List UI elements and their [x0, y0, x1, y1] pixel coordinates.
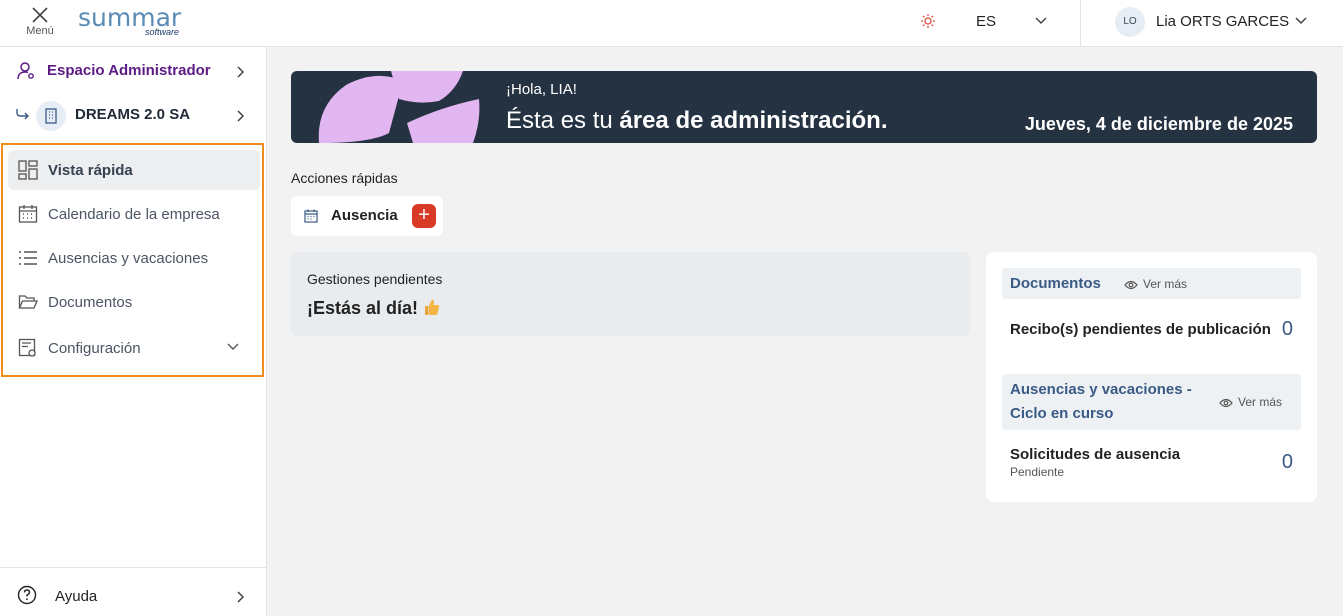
chevron-down-icon — [1035, 17, 1047, 25]
absences-widget-title-line2: Ciclo en curso — [1010, 405, 1114, 422]
sidebar-item-configuracion[interactable]: Configuración — [8, 328, 260, 368]
absences-widget-title-line1: Ausencias y vacaciones - — [1010, 381, 1192, 398]
absence-requests-count: 0 — [1281, 451, 1293, 473]
banner-headline: Ésta es tu área de administración. — [506, 107, 888, 135]
eye-icon — [1124, 280, 1138, 290]
pending-message-text: ¡Estás al día! — [307, 298, 419, 318]
sidebar-company[interactable]: DREAMS 2.0 SA — [0, 95, 266, 135]
chevron-right-icon — [237, 591, 245, 603]
banner-headline-prefix: Ésta es tu — [506, 107, 620, 134]
sidebar: Espacio Administrador DREAMS 2.0 SA Vist… — [0, 47, 267, 616]
sidebar-admin-space[interactable]: Espacio Administrador — [0, 51, 266, 91]
add-absence-button[interactable]: + — [412, 204, 436, 228]
topbar-divider — [1080, 0, 1081, 47]
user-name: Lia ORTS GARCES — [1156, 13, 1290, 30]
see-more-label: Ver más — [1143, 277, 1188, 291]
documents-pending-count: 0 — [1281, 318, 1293, 340]
menu-button[interactable]: Menú — [22, 4, 58, 40]
sidebar-item-label: Calendario de la empresa — [48, 206, 220, 223]
sidebar-item-label: Vista rápida — [48, 162, 133, 179]
summar-logo[interactable]: summar software — [78, 3, 193, 39]
sidebar-item-calendario[interactable]: Calendario de la empresa — [8, 194, 260, 234]
admin-user-icon — [17, 62, 34, 80]
theme-sun-icon[interactable] — [920, 13, 936, 29]
sidebar-item-ausencias[interactable]: Ausencias y vacaciones — [8, 238, 260, 278]
company-building-icon — [36, 101, 66, 131]
user-menu[interactable]: LO Lia ORTS GARCES — [1115, 6, 1315, 38]
list-icon — [19, 251, 37, 265]
close-icon — [32, 7, 48, 23]
absence-requests-status: Pendiente — [1010, 465, 1065, 479]
sidebar-item-label: Documentos — [48, 294, 133, 311]
banner-headline-bold: área de administración. — [619, 107, 888, 134]
calendar-icon — [304, 209, 318, 223]
help-label: Ayuda — [55, 588, 98, 605]
sidebar-item-documentos[interactable]: Documentos — [8, 282, 260, 322]
absences-see-more-link[interactable]: Ver más — [1219, 395, 1282, 409]
help-icon — [17, 585, 37, 605]
quick-action-absence[interactable]: Ausencia + — [291, 196, 443, 236]
welcome-banner: ¡Hola, LIA! Ésta es tu área de administr… — [291, 71, 1317, 143]
absences-widget-header: Ausencias y vacaciones - Ciclo en curso … — [1002, 374, 1301, 430]
documents-pending-label: Recibo(s) pendientes de publicación — [1010, 321, 1271, 338]
banner-date: Jueves, 4 de diciembre de 2025 — [1024, 114, 1293, 134]
chevron-down-icon — [227, 343, 239, 350]
pending-title: Gestiones pendientes — [307, 271, 443, 287]
sub-arrow-icon — [16, 109, 29, 120]
sidebar-item-label: Ausencias y vacaciones — [48, 250, 209, 267]
quick-actions-title: Acciones rápidas — [291, 170, 398, 186]
avatar: LO — [1115, 7, 1145, 37]
menu-label: Menú — [26, 25, 54, 37]
summary-widgets: Documentos Ver más Recibo(s) pendientes … — [986, 252, 1317, 502]
thumbs-up-icon — [425, 299, 440, 315]
logo-subtitle: software — [145, 27, 180, 37]
pending-message: ¡Estás al día! — [307, 298, 440, 319]
language-select[interactable]: ES — [962, 8, 1062, 36]
sidebar-help[interactable]: Ayuda — [0, 567, 266, 616]
pending-tasks-panel: Gestiones pendientes ¡Estás al día! — [291, 252, 970, 336]
chevron-right-icon — [237, 110, 245, 122]
calendar-icon — [18, 205, 38, 223]
sidebar-nav-highlight: Vista rápida Calendario de la empresa Au… — [1, 143, 264, 377]
top-bar: Menú summar software ES LO Lia ORTS GARC… — [0, 0, 1343, 47]
sidebar-item-vista-rapida[interactable]: Vista rápida — [8, 150, 260, 190]
settings-doc-icon — [18, 338, 36, 357]
quick-action-label: Ausencia — [331, 207, 398, 224]
documents-widget-title: Documentos — [1010, 275, 1101, 292]
eye-icon — [1219, 398, 1233, 408]
flower-decoration-icon — [318, 71, 480, 143]
documents-widget-header: Documentos Ver más — [1002, 268, 1301, 299]
chevron-down-icon — [1295, 17, 1307, 25]
see-more-label: Ver más — [1238, 395, 1283, 409]
documents-see-more-link[interactable]: Ver más — [1124, 277, 1187, 291]
folder-icon — [18, 295, 38, 309]
dashboard-icon — [18, 160, 38, 180]
sidebar-company-label: DREAMS 2.0 SA — [75, 106, 191, 123]
banner-greeting: ¡Hola, LIA! — [506, 81, 577, 98]
absence-requests-label: Solicitudes de ausencia — [1010, 446, 1181, 463]
sidebar-admin-label: Espacio Administrador — [47, 62, 211, 79]
sidebar-item-label: Configuración — [48, 340, 141, 357]
chevron-right-icon — [237, 66, 245, 78]
language-value: ES — [976, 13, 997, 30]
